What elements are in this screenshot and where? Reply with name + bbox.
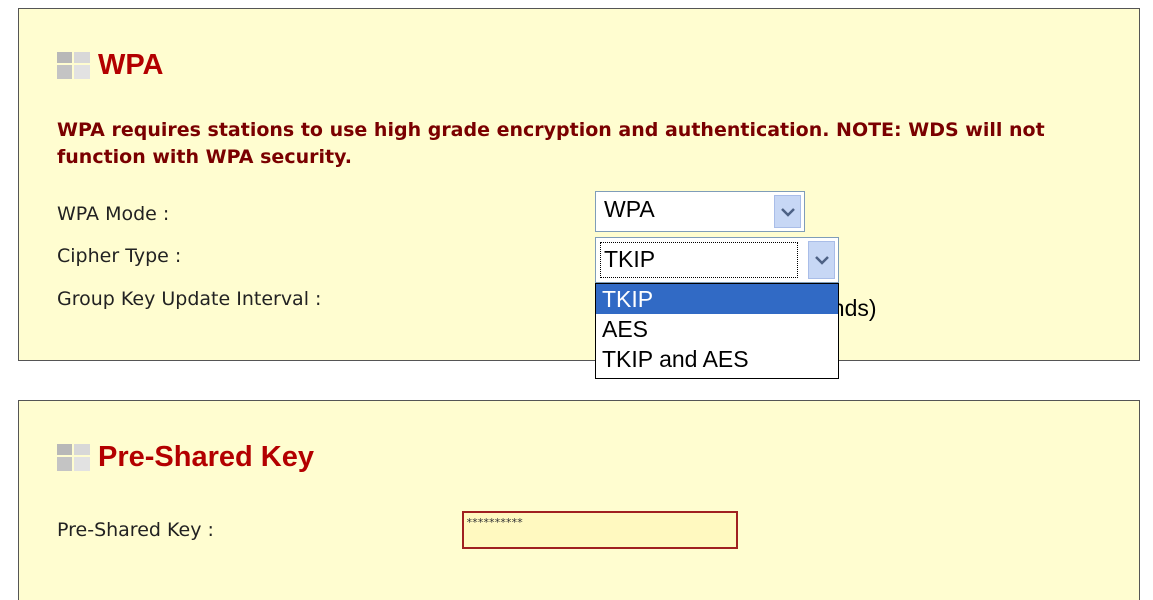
chevron-down-icon[interactable] bbox=[774, 195, 801, 228]
wpa-panel: WPA WPA requires stations to use high gr… bbox=[18, 8, 1140, 379]
psk-label: Pre-Shared Key : bbox=[57, 519, 214, 541]
grid-squares-icon bbox=[57, 444, 90, 471]
cipher-type-select[interactable]: TKIP bbox=[595, 237, 839, 283]
wpa-notice: WPA requires stations to use high grade … bbox=[57, 119, 1045, 168]
cipher-option-tkip[interactable]: TKIP bbox=[596, 284, 838, 314]
group-key-interval-label: Group Key Update Interval : bbox=[57, 288, 322, 310]
wpa-mode-select[interactable]: WPA bbox=[595, 191, 805, 232]
wpa-mode-value: WPA bbox=[604, 196, 655, 222]
psk-heading: Pre-Shared Key bbox=[57, 441, 314, 474]
wpa-title: WPA bbox=[98, 49, 164, 81]
cipher-option-aes[interactable]: AES bbox=[596, 314, 838, 344]
wpa-mode-label: WPA Mode : bbox=[57, 203, 170, 225]
wpa-heading: WPA bbox=[57, 49, 164, 82]
psk-title: Pre-Shared Key bbox=[98, 441, 314, 473]
cipher-type-value: TKIP bbox=[604, 246, 656, 272]
psk-panel: Pre-Shared Key Pre-Shared Key : ********… bbox=[18, 400, 1140, 600]
cipher-option-tkip-and-aes[interactable]: TKIP and AES bbox=[596, 344, 838, 374]
psk-input[interactable]: ********** bbox=[462, 511, 738, 549]
grid-squares-icon bbox=[57, 52, 90, 79]
chevron-down-icon[interactable] bbox=[808, 241, 835, 279]
cipher-type-label: Cipher Type : bbox=[57, 245, 182, 267]
cipher-type-dropdown-list: TKIP AES TKIP and AES bbox=[595, 283, 839, 379]
